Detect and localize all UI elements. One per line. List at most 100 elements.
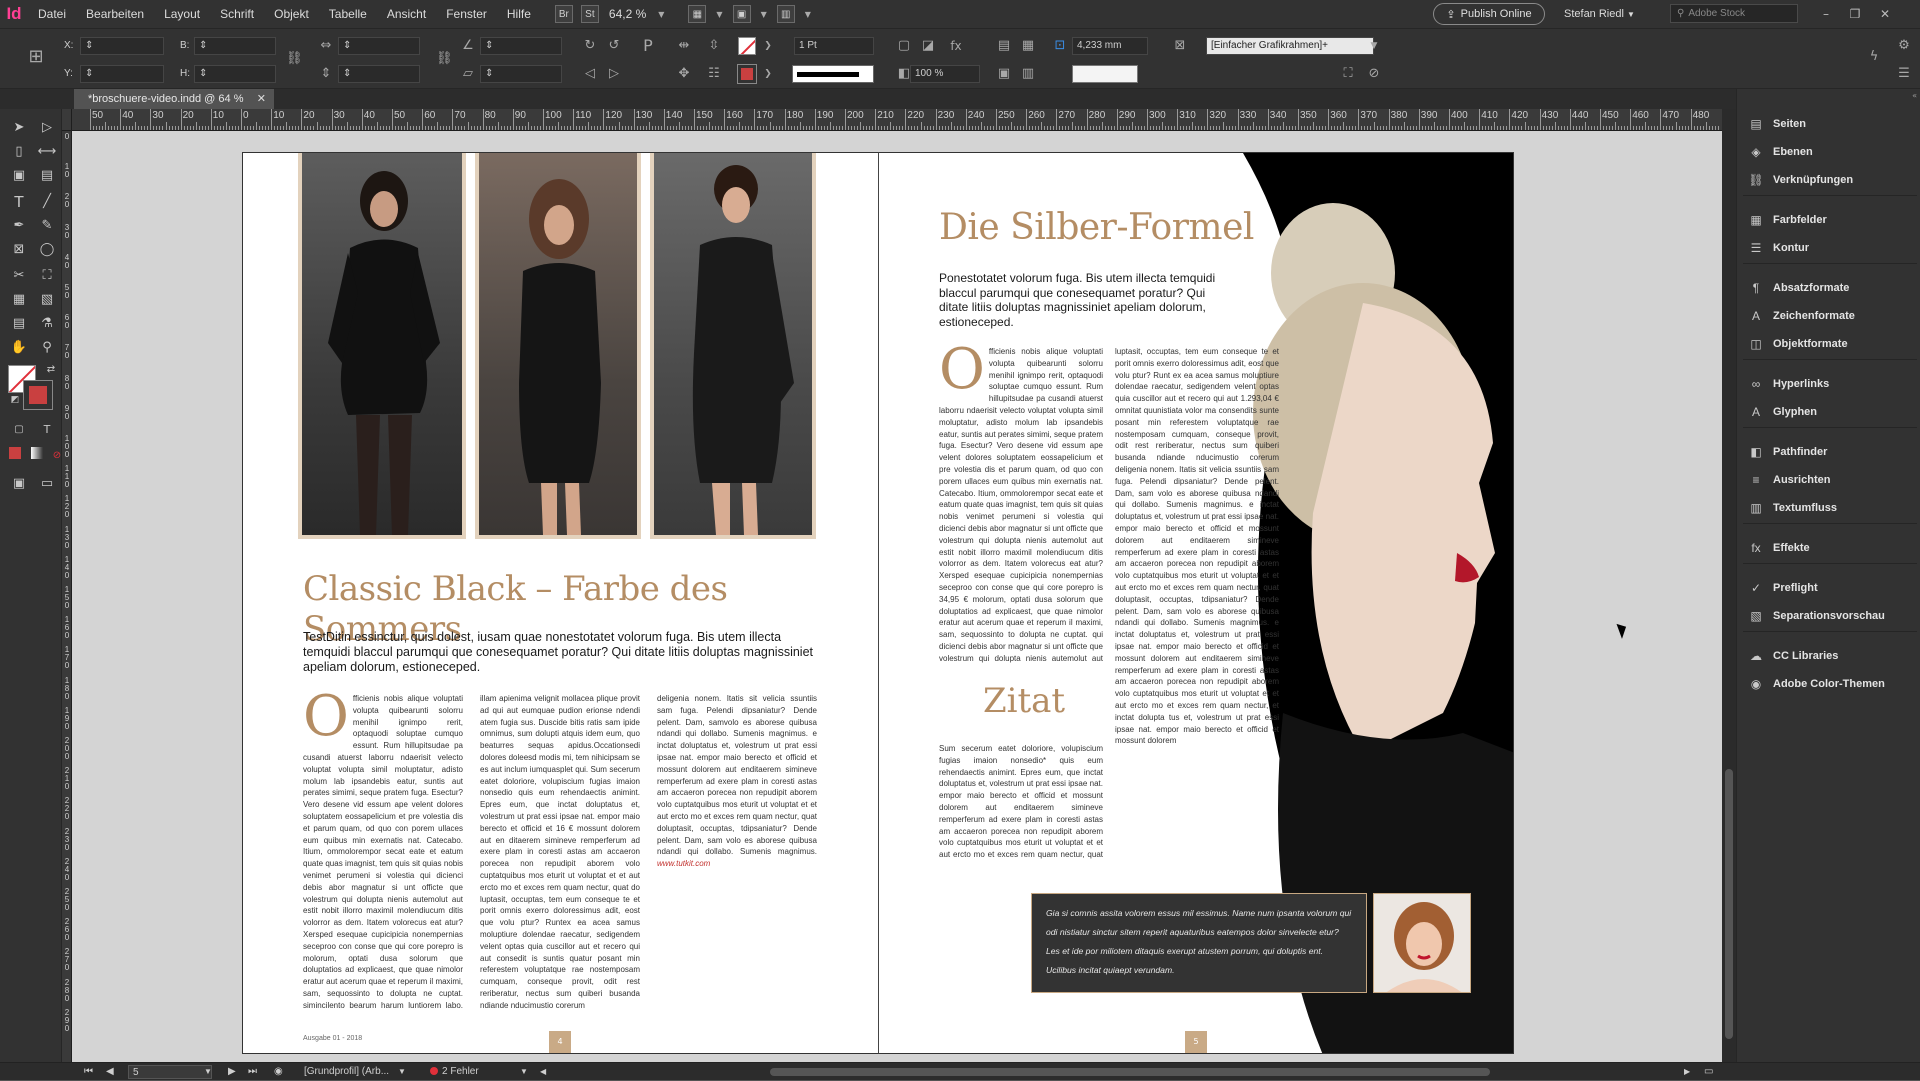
photo-model-1[interactable] [298, 153, 466, 539]
publish-online-button[interactable]: ⇪ Publish Online [1433, 3, 1545, 25]
frame-fitting-icon[interactable]: ⊡ [1052, 38, 1068, 54]
stroke-dropdown-icon[interactable]: ❯ [760, 66, 776, 82]
right-headline[interactable]: Die Silber-Formel [939, 207, 1254, 248]
panel-hyperlinks[interactable]: ∞ Hyperlinks [1747, 373, 1917, 395]
eyedropper-tool-icon[interactable]: ⚗ [36, 313, 58, 335]
fill-dropdown-icon[interactable]: ❯ [760, 38, 776, 54]
quote-box[interactable]: Gia si comnis assita volorem essus mil e… [1031, 893, 1367, 993]
panel-cc-libraries[interactable]: ☁ CC Libraries [1747, 645, 1917, 667]
page-number-field[interactable]: 5 [128, 1065, 212, 1079]
stock-button[interactable]: St [580, 5, 599, 23]
apply-gradient-icon[interactable] [26, 445, 48, 467]
panel-object-styles[interactable]: ◫ Objektformate [1747, 333, 1917, 355]
direct-selection-tool-icon[interactable]: ▷ [36, 117, 58, 139]
zoom-dropdown-icon[interactable]: ▼ [658, 10, 664, 19]
constrain-proportions-icon[interactable]: ⛓ [286, 51, 303, 67]
bridge-button[interactable]: Br [554, 5, 573, 23]
menu-schrift[interactable]: Schrift [210, 0, 264, 28]
arrange-dropdown-icon[interactable]: ▼ [805, 10, 811, 19]
menu-hilfe[interactable]: Hilfe [497, 0, 541, 28]
text-wrap-shape-icon[interactable]: ▣ [996, 66, 1012, 82]
reference-point-icon[interactable]: ⊞ [28, 48, 44, 66]
stroke-type-select[interactable] [792, 65, 874, 83]
type-tool-icon[interactable]: T [8, 191, 30, 213]
measure-field[interactable]: 4,233 mm [1072, 37, 1148, 55]
y-position-field[interactable]: ⇕ [80, 65, 164, 83]
right-column-2[interactable]: luptasit, occuptas, tem eum conseque te … [1115, 346, 1279, 858]
stock-search[interactable]: ⚲ Adobe Stock [1670, 4, 1798, 23]
object-style-dropdown-icon[interactable]: ▼ [1366, 38, 1382, 54]
x-position-field[interactable]: ⇕ [80, 37, 164, 55]
panel-align[interactable]: ≡ Ausrichten [1747, 469, 1917, 491]
right-column-1[interactable]: Officienis nobis alique voluptati volupt… [939, 346, 1103, 664]
menu-bearbeiten[interactable]: Bearbeiten [76, 0, 154, 28]
object-style-select[interactable]: [Einfacher Grafikrahmen]+ [1206, 37, 1374, 55]
menu-fenster[interactable]: Fenster [436, 0, 497, 28]
panel-glyphs[interactable]: A Glyphen [1747, 401, 1917, 423]
text-wrap-jump-icon[interactable]: ▥ [1020, 66, 1036, 82]
stroke-weight-field[interactable]: 1 Pt [794, 37, 874, 55]
rotation-field[interactable]: ⇕ [480, 37, 562, 55]
menu-datei[interactable]: Datei [28, 0, 76, 28]
arrange-documents-icon[interactable]: ▥ [776, 5, 795, 23]
scroll-left-icon[interactable]: ◀ [540, 1063, 546, 1081]
selection-tool-icon[interactable]: ➤ [8, 117, 30, 139]
free-transform-tool-icon[interactable]: ⛶ [36, 265, 58, 287]
zitat-body[interactable]: Sum secerum eatet doloriore, volupiscium… [939, 743, 1103, 861]
apply-color-icon[interactable] [4, 445, 26, 467]
panel-pages[interactable]: ▤ Seiten [1747, 113, 1917, 135]
formatting-text-icon[interactable]: T [36, 419, 58, 441]
ruler-origin[interactable] [62, 109, 72, 131]
left-column-3[interactable]: deligenia nonem. Itatis sit velicia ssun… [657, 693, 817, 883]
preflight-status-icon[interactable]: ◉ [274, 1063, 283, 1081]
view-options-icon[interactable]: ▦ [688, 5, 707, 23]
document-tab[interactable]: *broschuere-video.indd @ 64 % ✕ [74, 89, 274, 109]
quote-photo[interactable] [1373, 893, 1471, 993]
scroll-right-icon[interactable]: ▶ [1684, 1063, 1690, 1081]
flip-horizontal-icon[interactable]: ⇹ [676, 38, 692, 54]
width-field[interactable]: ⇕ [194, 37, 276, 55]
left-column-2[interactable]: illam apienima velignit mollacea plique … [480, 693, 640, 1013]
panel-character-styles[interactable]: A Zeichenformate [1747, 305, 1917, 327]
panel-swatches[interactable]: ▦ Farbfelder [1747, 209, 1917, 231]
stroke-swatch[interactable] [737, 64, 757, 84]
gradient-tool-icon[interactable]: ▦ [8, 289, 30, 311]
screen-mode-dropdown-icon[interactable]: ▼ [761, 10, 767, 19]
gap-tool-icon[interactable]: ⟷ [36, 141, 58, 163]
horizontal-ruler[interactable]: 50 40 30 20 10 0 10 20 30 40 50 60 70 80 90 100 110 120 13… [72, 109, 1722, 131]
hand-tool-icon[interactable]: ✋ [8, 337, 30, 359]
scale-y-field[interactable]: ⇕ [338, 65, 420, 83]
line-tool-icon[interactable]: ╱ [36, 191, 58, 213]
fx-icon[interactable]: fx [948, 38, 964, 54]
settings-gear-icon[interactable]: ⚙ [1896, 38, 1912, 54]
vertical-scroll-thumb[interactable] [1725, 769, 1733, 1039]
panel-layers[interactable]: ◈ Ebenen [1747, 141, 1917, 163]
photo-model-2[interactable] [475, 153, 641, 539]
menu-ansicht[interactable]: Ansicht [377, 0, 436, 28]
stack-icon[interactable]: ☷ [706, 66, 722, 82]
rectangle-frame-tool-icon[interactable]: ⊠ [8, 239, 30, 261]
formatting-container-icon[interactable]: ▢ [8, 419, 30, 441]
clear-overrides-icon[interactable]: ⊘ [1366, 66, 1382, 82]
restore-button[interactable]: ❐ [1842, 0, 1868, 28]
note-tool-icon[interactable]: ▤ [8, 313, 30, 335]
select-next-icon[interactable]: ▷ [606, 66, 622, 82]
panel-stroke[interactable]: ☰ Kontur [1747, 237, 1917, 259]
vertical-scrollbar[interactable] [1722, 109, 1736, 1062]
close-tab-icon[interactable]: ✕ [257, 89, 266, 109]
pen-tool-icon[interactable]: ✒ [8, 215, 30, 237]
minimize-button[interactable]: – [1813, 0, 1839, 28]
menu-objekt[interactable]: Objekt [264, 0, 319, 28]
page-dropdown-icon[interactable]: ▼ [204, 1063, 212, 1081]
zitat-heading[interactable]: Zitat [983, 681, 1065, 721]
select-container-icon[interactable]: P [640, 38, 656, 54]
panel-pathfinder[interactable]: ◧ Pathfinder [1747, 441, 1917, 463]
lightning-icon[interactable]: ϟ [1866, 49, 1882, 65]
horizontal-scroll-thumb[interactable] [770, 1068, 1490, 1076]
photo-model-3[interactable] [650, 153, 816, 539]
default-colors-icon[interactable]: ◩ [4, 389, 26, 411]
panel-links[interactable]: ⛓ Verknüpfungen [1747, 169, 1917, 191]
view-options-dropdown-icon[interactable]: ▼ [716, 10, 722, 19]
stroke-color-swatch[interactable] [23, 380, 53, 410]
error-indicator[interactable]: 2 Fehler [430, 1063, 479, 1081]
